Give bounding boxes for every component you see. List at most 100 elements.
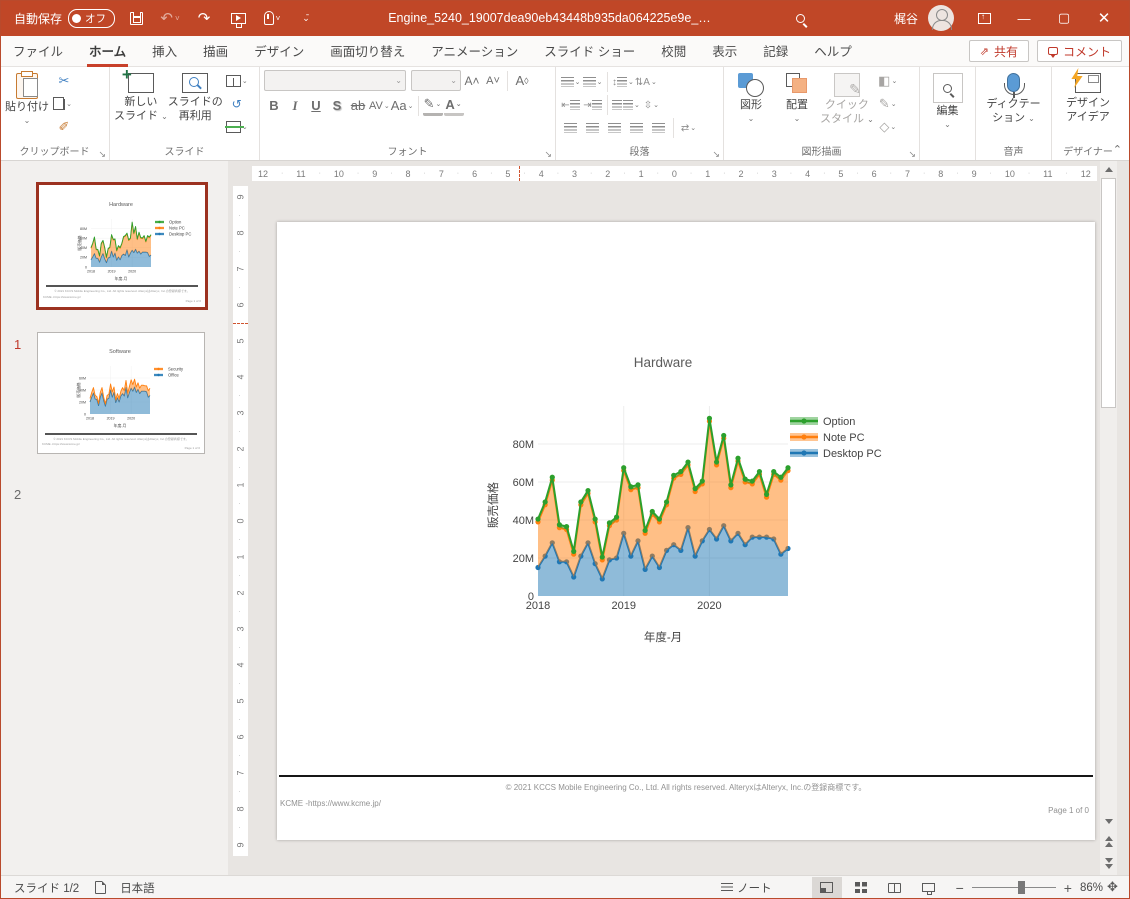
align-right-button[interactable] bbox=[604, 118, 625, 138]
font-dialog-launcher[interactable]: ↘ bbox=[544, 149, 552, 160]
maximize-button[interactable]: ▢ bbox=[1044, 3, 1084, 33]
notes-toggle[interactable]: ノート bbox=[721, 880, 772, 896]
character-spacing-button[interactable]: AV⌄ bbox=[369, 95, 390, 116]
shape-effects-button[interactable]: ◇⌄ bbox=[876, 116, 900, 138]
design-ideas-button[interactable]: デザイン アイデア bbox=[1065, 70, 1111, 142]
tab-ファイル[interactable]: ファイル bbox=[0, 35, 76, 67]
paste-button[interactable]: 貼り付け ⌄ bbox=[4, 70, 50, 142]
comments-button[interactable]: コメント bbox=[1037, 40, 1122, 62]
zoom-out-button[interactable]: − bbox=[956, 880, 964, 896]
grow-font-button[interactable]: A˄ bbox=[462, 70, 482, 91]
align-left-button[interactable] bbox=[560, 118, 581, 138]
italic-button[interactable]: I bbox=[285, 95, 305, 116]
bold-button[interactable]: B bbox=[264, 95, 284, 116]
share-button[interactable]: ⇗共有 bbox=[969, 40, 1029, 62]
tab-記録[interactable]: 記録 bbox=[750, 35, 801, 67]
autosave-pill[interactable]: オフ bbox=[68, 9, 115, 28]
clear-formatting-button[interactable]: A◊ bbox=[512, 70, 532, 91]
copy-button[interactable]: ⌄ bbox=[52, 93, 76, 115]
underline-button[interactable]: U bbox=[306, 95, 326, 116]
tab-画面切り替え[interactable]: 画面切り替え bbox=[317, 35, 418, 67]
justify-button[interactable] bbox=[626, 118, 647, 138]
tab-ホーム[interactable]: ホーム bbox=[76, 35, 139, 67]
scroll-up-button[interactable] bbox=[1100, 161, 1117, 177]
shrink-font-button[interactable]: A˅ bbox=[483, 70, 503, 91]
language-status[interactable]: 日本語 bbox=[120, 880, 155, 896]
clipboard-dialog-launcher[interactable]: ↘ bbox=[98, 149, 106, 160]
touch-mouse-mode-button[interactable]: ˅ bbox=[259, 6, 285, 30]
quick-styles-button[interactable]: クイック スタイル ⌄ bbox=[820, 70, 874, 142]
editing-button[interactable]: 編集 ⌄ bbox=[925, 70, 971, 142]
section-button[interactable]: ⌄ bbox=[225, 116, 249, 138]
avatar[interactable] bbox=[928, 5, 954, 31]
accessibility-checker-icon[interactable] bbox=[95, 881, 106, 894]
tab-校閲[interactable]: 校閲 bbox=[648, 35, 699, 67]
reset-slide-button[interactable]: ↺ bbox=[225, 93, 249, 115]
format-painter-button[interactable]: ✐ bbox=[52, 116, 76, 138]
tab-デザイン[interactable]: デザイン bbox=[241, 35, 317, 67]
shape-outline-button[interactable]: ✎⌄ bbox=[876, 93, 900, 115]
text-direction-button[interactable]: ⇅A⌄ bbox=[635, 72, 657, 92]
previous-slide-button[interactable] bbox=[1100, 833, 1117, 849]
next-slide-button[interactable] bbox=[1100, 855, 1117, 871]
columns-button[interactable]: ⌄ bbox=[612, 95, 640, 115]
scroll-down-button[interactable] bbox=[1100, 813, 1117, 829]
save-button[interactable] bbox=[123, 6, 149, 30]
quick-access-toolbar-chevron[interactable]: ⌄̄ bbox=[293, 6, 319, 30]
reuse-slides-button[interactable]: スライドの 再利用 bbox=[168, 70, 223, 142]
tab-挿入[interactable]: 挿入 bbox=[139, 35, 190, 67]
tab-描画[interactable]: 描画 bbox=[190, 35, 241, 67]
ribbon-display-options-button[interactable] bbox=[964, 3, 1004, 33]
zoom-slider-thumb[interactable] bbox=[1018, 881, 1025, 894]
hardware-chart[interactable]: 020M40M60M80M201820192020Hardware年度-月販売価… bbox=[477, 340, 957, 670]
font-name-combobox[interactable]: ⌄ bbox=[264, 70, 406, 91]
collapse-ribbon-button[interactable]: ⌃ bbox=[1113, 143, 1122, 156]
scrollbar-thumb[interactable] bbox=[1101, 178, 1116, 408]
arrange-button[interactable]: 配置 ⌄ bbox=[774, 70, 820, 142]
distribute-button[interactable] bbox=[648, 118, 669, 138]
slide-sorter-view-button[interactable] bbox=[846, 877, 876, 899]
close-button[interactable]: ✕ bbox=[1084, 3, 1124, 33]
zoom-in-button[interactable]: + bbox=[1064, 880, 1072, 896]
align-center-button[interactable] bbox=[582, 118, 603, 138]
shape-fill-button[interactable]: ◧⌄ bbox=[876, 70, 900, 92]
change-case-button[interactable]: Aa⌄ bbox=[391, 95, 414, 116]
line-spacing-button[interactable]: ↕⌄ bbox=[612, 72, 634, 92]
decrease-indent-button[interactable]: ⇤ bbox=[560, 95, 581, 115]
fit-to-window-button[interactable] bbox=[1107, 881, 1120, 894]
tab-表示[interactable]: 表示 bbox=[699, 35, 750, 67]
new-slide-button[interactable]: 新しい スライド ⌄ bbox=[114, 70, 168, 142]
slide-layout-button[interactable]: ⌄ bbox=[225, 70, 249, 92]
autosave-toggle[interactable]: 自動保存 オフ bbox=[14, 9, 115, 28]
slide-thumbnail-2[interactable]: 020M40M60M201820192020Software年度-月販売価格Se… bbox=[37, 332, 205, 454]
slide-thumbnail-1[interactable]: 020M40M60M80M201820192020Hardware年度-月販売価… bbox=[36, 182, 208, 310]
slideshow-view-button[interactable] bbox=[914, 877, 944, 899]
undo-button[interactable]: ↶˅ bbox=[157, 6, 183, 30]
minimize-button[interactable]: — bbox=[1004, 3, 1044, 33]
redo-button[interactable]: ↷ bbox=[191, 6, 217, 30]
align-text-button[interactable]: ⇳⌄ bbox=[641, 95, 662, 115]
increase-indent-button[interactable]: ⇥ bbox=[582, 95, 603, 115]
vertical-scrollbar[interactable] bbox=[1100, 161, 1117, 875]
normal-view-button[interactable] bbox=[812, 877, 842, 899]
dictation-button[interactable]: ディクテー ション ⌄ bbox=[986, 70, 1040, 142]
start-slideshow-button[interactable] bbox=[225, 6, 251, 30]
strikethrough-button[interactable]: ab bbox=[348, 95, 368, 116]
cut-button[interactable]: ✂ bbox=[52, 70, 76, 92]
shapes-button[interactable]: 図形 ⌄ bbox=[728, 70, 774, 142]
tab-ヘルプ[interactable]: ヘルプ bbox=[801, 35, 865, 67]
bullets-button[interactable]: ⌄ bbox=[560, 72, 581, 92]
numbering-button[interactable]: ⌄ bbox=[582, 72, 603, 92]
zoom-percent[interactable]: 86% bbox=[1080, 882, 1103, 894]
search-button[interactable] bbox=[788, 6, 814, 30]
font-size-combobox[interactable]: ⌄ bbox=[411, 70, 461, 91]
paragraph-dialog-launcher[interactable]: ↘ bbox=[712, 149, 720, 160]
reading-view-button[interactable] bbox=[880, 877, 910, 899]
drawing-dialog-launcher[interactable]: ↘ bbox=[908, 149, 916, 160]
tab-スライド ショー[interactable]: スライド ショー bbox=[531, 35, 648, 67]
text-highlight-button[interactable]: ✎⌄ bbox=[423, 95, 443, 116]
tab-アニメーション[interactable]: アニメーション bbox=[418, 35, 531, 67]
zoom-slider[interactable] bbox=[972, 887, 1056, 888]
font-color-button[interactable]: A⌄ bbox=[444, 95, 464, 116]
convert-to-smartart-button[interactable]: ⇄⌄ bbox=[678, 118, 699, 138]
